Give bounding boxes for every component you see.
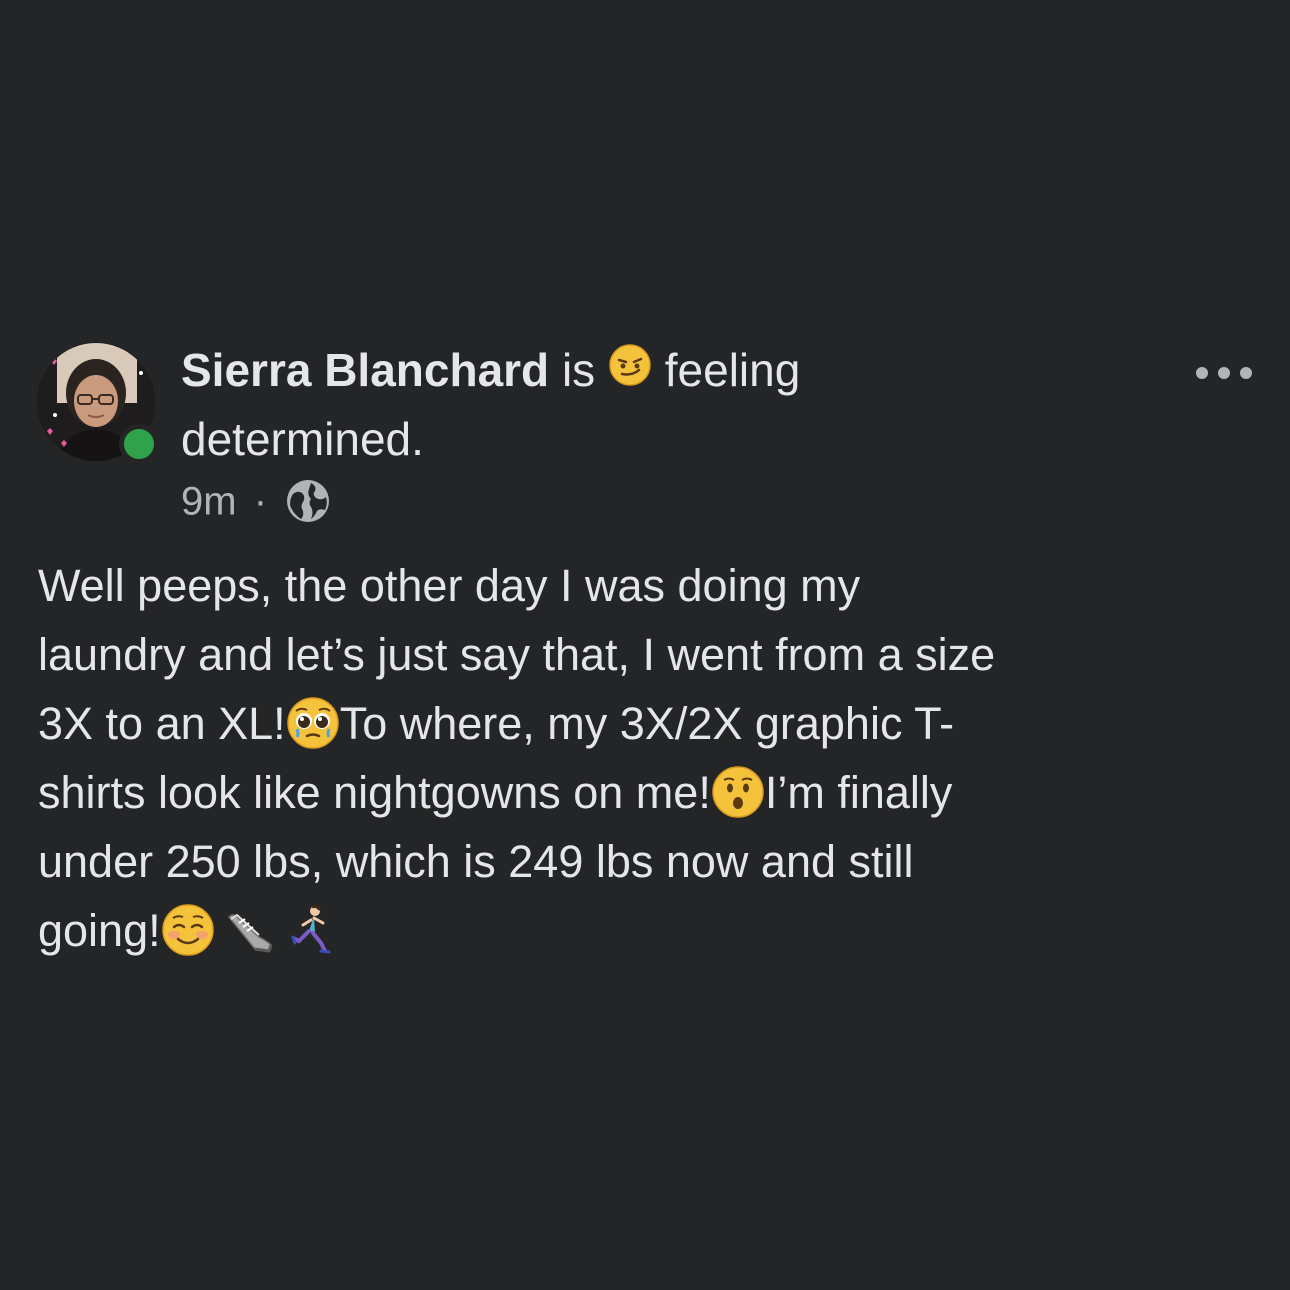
body-text: going! <box>38 905 161 956</box>
hushed-face-emoji-icon <box>712 766 764 818</box>
feeling-prefix: is <box>561 344 596 396</box>
globe-icon[interactable] <box>284 477 332 525</box>
body-text: Well peeps, the other day I was doing my <box>38 560 861 611</box>
body-line: laundry and let’s just say that, I went … <box>38 620 1268 689</box>
running-woman-emoji-icon <box>291 905 331 954</box>
body-text: 3X to an XL! <box>38 698 286 749</box>
post-card: Sierra Blanchard is feeling determined. … <box>0 0 1290 1290</box>
body-text: shirts look like nightgowns on me! <box>38 767 711 818</box>
online-status-indicator <box>119 424 159 464</box>
more-options-button[interactable] <box>1196 358 1252 388</box>
meta-separator: · <box>253 479 268 524</box>
more-options-icon <box>1196 367 1208 379</box>
post-header-line-2: determined. <box>181 411 424 467</box>
body-line: under 250 lbs, which is 249 lbs now and … <box>38 827 1268 896</box>
smirk-emoji-icon <box>608 343 652 399</box>
post-timestamp[interactable]: 9m <box>181 479 237 523</box>
more-options-icon-dot <box>1240 367 1252 379</box>
feeling-word[interactable]: feeling <box>665 344 801 396</box>
smiling-face-emoji-icon <box>161 904 214 956</box>
body-line: 3X to an XL! To where, my 3X/2X graphic … <box>38 689 1268 758</box>
post-header-line-1: Sierra Blanchard is feeling <box>181 342 800 402</box>
body-text: I’m finally <box>764 767 953 818</box>
body-text: laundry and let’s just say that, I went … <box>38 629 996 680</box>
more-options-icon-dot <box>1218 367 1230 379</box>
body-line: going! <box>38 896 1268 965</box>
sneaker-emoji-icon <box>227 913 273 953</box>
author-name[interactable]: Sierra Blanchard <box>181 344 549 396</box>
body-text: To where, my 3X/2X graphic T- <box>339 698 955 749</box>
body-text: under 250 lbs, which is 249 lbs now and … <box>38 836 914 887</box>
pleading-face-emoji-icon <box>286 697 339 749</box>
post-body-text: Well peeps, the other day I was doing my… <box>38 551 1268 965</box>
body-line: Well peeps, the other day I was doing my <box>38 551 1268 620</box>
post-meta: 9m · <box>181 473 332 525</box>
feeling-state[interactable]: determined. <box>181 413 424 465</box>
body-line: shirts look like nightgowns on me! I’m f… <box>38 758 1268 827</box>
